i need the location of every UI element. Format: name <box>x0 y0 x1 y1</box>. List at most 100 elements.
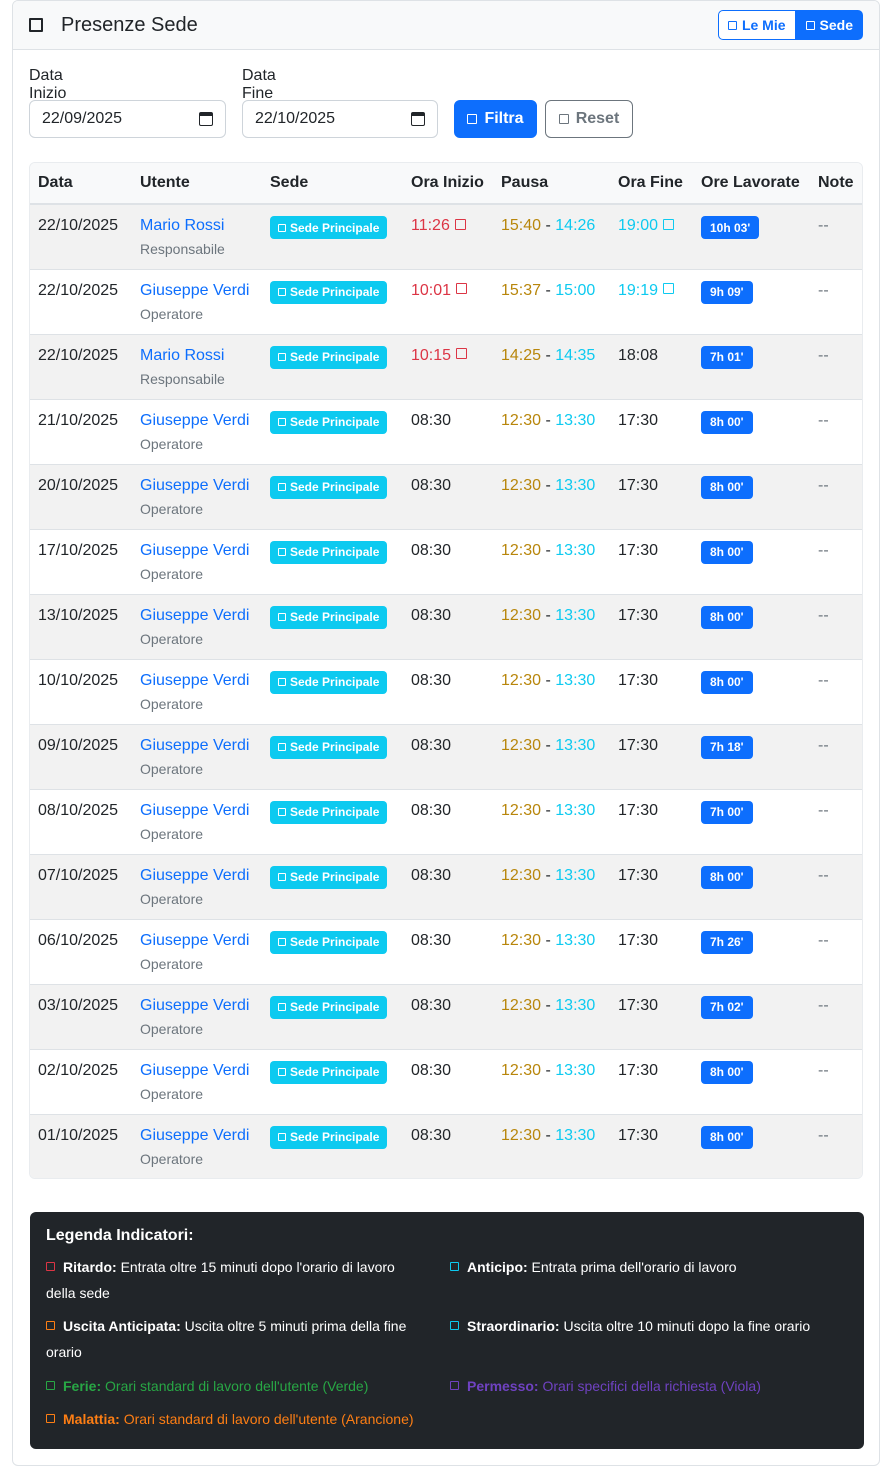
sede-badge: Sede Principale <box>270 605 388 629</box>
sick-indicator-icon <box>46 1414 55 1424</box>
pause-start: 12:30 <box>501 1061 542 1079</box>
table-row: 17/10/2025 Giuseppe Verdi Operatore Sede Pr… <box>30 529 862 594</box>
pause-end: 13:30 <box>555 671 596 689</box>
user-name-link[interactable]: Giuseppe Verdi <box>140 412 254 430</box>
user-cell: Giuseppe Verdi Operatore <box>132 1114 262 1178</box>
legend-text: Uscita oltre 5 minuti prima della fine <box>184 1318 407 1334</box>
pause-start: 15:40 <box>501 217 542 234</box>
date-cell: 02/10/2025 <box>38 1061 119 1079</box>
sede-cell: Sede Principale <box>262 269 403 334</box>
user-name-link[interactable]: Giuseppe Verdi <box>140 997 254 1015</box>
toggle-sede-button[interactable]: Sede <box>795 10 863 40</box>
user-cell: Giuseppe Verdi Operatore <box>132 854 262 919</box>
end-time-cell: 18:08 <box>610 334 693 399</box>
sede-cell: Sede Principale <box>262 984 403 1049</box>
start-time: 08:30 <box>411 931 452 949</box>
sede-cell: Sede Principale <box>262 399 403 464</box>
user-name-link[interactable]: Giuseppe Verdi <box>140 672 254 690</box>
sede-badge-label: Sede Principale <box>290 1000 380 1014</box>
user-name-link[interactable]: Giuseppe Verdi <box>140 802 254 820</box>
user-name-link[interactable]: Giuseppe Verdi <box>140 737 254 755</box>
building-icon <box>278 223 286 232</box>
sede-badge-label: Sede Principale <box>290 1130 380 1144</box>
date-cell: 13/10/2025 <box>38 606 119 624</box>
pause-end: 13:30 <box>555 606 596 624</box>
calendar-icon <box>29 18 43 32</box>
sede-badge-label: Sede Principale <box>290 740 380 754</box>
filter-button[interactable]: Filtra <box>454 100 537 138</box>
column-header[interactable]: Ora Inizio <box>403 163 493 205</box>
pause-end: 15:00 <box>555 281 596 299</box>
user-role: Operatore <box>140 760 204 777</box>
end-date-input[interactable]: 22/10/2025 <box>242 100 438 138</box>
pause-cell: 12:30 - 13:30 <box>501 1126 596 1144</box>
user-name-link[interactable]: Giuseppe Verdi <box>140 867 254 885</box>
legend-item-uscita-anticipata: Uscita Anticipata: Uscita oltre 5 minuti… <box>46 1313 446 1365</box>
end-time: 17:30 <box>618 411 659 429</box>
user-name-link[interactable]: Giuseppe Verdi <box>140 477 254 495</box>
start-time-cell: 08:30 <box>403 594 493 659</box>
user-name-link[interactable]: Giuseppe Verdi <box>140 282 254 300</box>
end-time-cell: 17:30 <box>610 659 693 724</box>
note-cell: -- <box>818 346 829 364</box>
start-time-cell: 08:30 <box>403 854 493 919</box>
pause-end: 14:26 <box>555 217 596 234</box>
sede-badge-label: Sede Principale <box>290 870 380 884</box>
start-time: 08:30 <box>411 801 452 819</box>
end-time-cell: 17:30 <box>610 789 693 854</box>
user-name-link[interactable]: Giuseppe Verdi <box>140 932 254 950</box>
sede-badge: Sede Principale <box>270 345 388 369</box>
date-cell: 22/10/2025 <box>38 217 119 234</box>
sede-badge: Sede Principale <box>270 1125 388 1149</box>
pause-end: 13:30 <box>555 1061 596 1079</box>
pause-end: 13:30 <box>555 411 596 429</box>
start-time: 08:30 <box>411 411 452 429</box>
column-header[interactable]: Ora Fine <box>610 163 693 205</box>
date-cell: 22/10/2025 <box>38 346 119 364</box>
table-row: 22/10/2025 Mario Rossi Responsabile Sede Pr… <box>30 204 862 269</box>
user-name-link[interactable]: Mario Rossi <box>140 217 254 235</box>
sede-badge: Sede Principale <box>270 865 388 889</box>
sede-badge-label: Sede Principale <box>290 480 380 494</box>
column-header[interactable]: Note <box>810 163 862 205</box>
start-time-cell: 08:30 <box>403 789 493 854</box>
user-name-link[interactable]: Giuseppe Verdi <box>140 1062 254 1080</box>
note-cell: -- <box>818 606 829 624</box>
calendar-picker-icon[interactable] <box>411 112 425 126</box>
hours-badge: 8h 00' <box>701 1125 753 1149</box>
note-cell: -- <box>818 1126 829 1144</box>
calendar-picker-icon[interactable] <box>199 112 213 126</box>
pause-cell: 12:30 - 13:30 <box>501 671 596 689</box>
overtime-indicator-icon <box>663 283 675 295</box>
user-name-link[interactable]: Giuseppe Verdi <box>140 607 254 625</box>
building-icon <box>278 873 286 881</box>
pause-start: 12:30 <box>501 671 542 689</box>
user-name-link[interactable]: Giuseppe Verdi <box>140 1127 254 1145</box>
column-header[interactable]: Utente <box>132 163 262 205</box>
start-time: 08:30 <box>411 1061 452 1079</box>
pause-end: 13:30 <box>555 996 596 1014</box>
reset-button[interactable]: Reset <box>545 100 633 138</box>
user-role: Operatore <box>140 955 204 972</box>
note-cell: -- <box>818 931 829 949</box>
column-header[interactable]: Pausa <box>493 163 610 205</box>
sede-cell: Sede Principale <box>262 529 403 594</box>
user-role: Responsabile <box>140 370 225 387</box>
start-date-input[interactable]: 22/09/2025 <box>29 100 226 138</box>
toggle-le-mie-button[interactable]: Le Mie <box>717 10 796 40</box>
legend-text: Entrata prima dell'orario di lavoro <box>531 1259 737 1275</box>
filter-icon <box>467 114 478 124</box>
user-name-link[interactable]: Mario Rossi <box>140 347 254 365</box>
user-name-link[interactable]: Giuseppe Verdi <box>140 542 254 560</box>
pause-cell: 12:30 - 13:30 <box>501 931 596 949</box>
column-header[interactable]: Sede <box>262 163 403 205</box>
sede-cell: Sede Principale <box>262 204 403 269</box>
user-cell: Giuseppe Verdi Operatore <box>132 724 262 789</box>
hours-badge: 8h 00' <box>701 865 753 889</box>
start-time-cell: 08:30 <box>403 464 493 529</box>
end-date-value: 22/10/2025 <box>255 110 336 127</box>
column-header[interactable]: Ore Lavorate <box>693 163 810 205</box>
legend-item-malattia: Malattia: Orari standard di lavoro dell'… <box>46 1406 466 1432</box>
end-time-cell: 17:30 <box>610 1049 693 1114</box>
column-header[interactable]: Data <box>30 163 132 205</box>
